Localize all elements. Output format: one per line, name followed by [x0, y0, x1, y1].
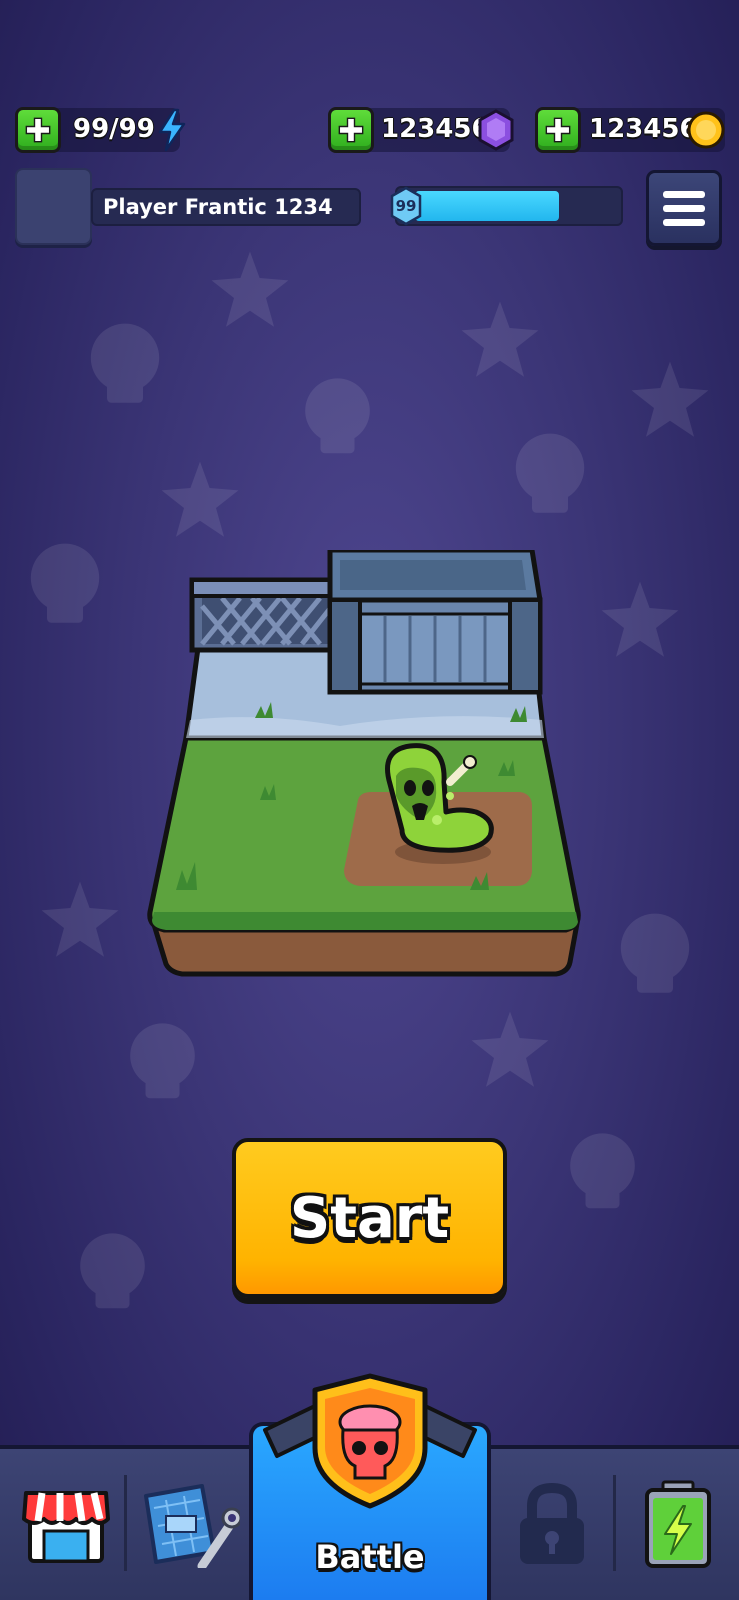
- nav-divider: [124, 1475, 127, 1571]
- add-gems-button[interactable]: [328, 107, 374, 153]
- nav-battle-label: Battle: [315, 1538, 425, 1576]
- add-energy-button[interactable]: [15, 107, 61, 153]
- shop-icon: [22, 1491, 110, 1563]
- lock-icon: [520, 1482, 584, 1564]
- plus-icon: [545, 117, 571, 143]
- nav-shop[interactable]: [16, 1470, 116, 1580]
- nav-locked[interactable]: [502, 1470, 602, 1580]
- menu-button[interactable]: [646, 170, 722, 246]
- start-button[interactable]: Start: [232, 1138, 507, 1298]
- menu-line: [663, 190, 705, 198]
- start-button-label: Start: [289, 1185, 450, 1251]
- base-island-scene: [147, 550, 581, 977]
- xp-bar-fill: [415, 191, 559, 221]
- battery-icon: [645, 1480, 711, 1568]
- player-level: 99: [395, 197, 417, 215]
- plus-icon: [25, 117, 51, 143]
- player-name: Player Frantic 1234: [103, 195, 333, 219]
- player-avatar[interactable]: [15, 168, 92, 245]
- plus-icon: [338, 117, 364, 143]
- nav-energy[interactable]: [628, 1470, 728, 1580]
- lightning-icon: [158, 108, 186, 152]
- nav-workshop[interactable]: [140, 1470, 240, 1580]
- blueprint-wrench-icon: [144, 1484, 240, 1568]
- menu-line: [663, 204, 705, 212]
- add-coins-button[interactable]: [535, 107, 581, 153]
- energy-value: 99/99: [73, 114, 155, 144]
- menu-line: [663, 218, 705, 226]
- gem-icon: [478, 109, 514, 151]
- player-name-bar[interactable]: Player Frantic 1234: [91, 188, 361, 226]
- coin-icon: [687, 111, 725, 149]
- gems-value: 123456: [381, 114, 490, 144]
- skull-shield-icon: [263, 1373, 477, 1509]
- coins-value: 123456: [589, 114, 698, 144]
- nav-divider: [613, 1475, 616, 1571]
